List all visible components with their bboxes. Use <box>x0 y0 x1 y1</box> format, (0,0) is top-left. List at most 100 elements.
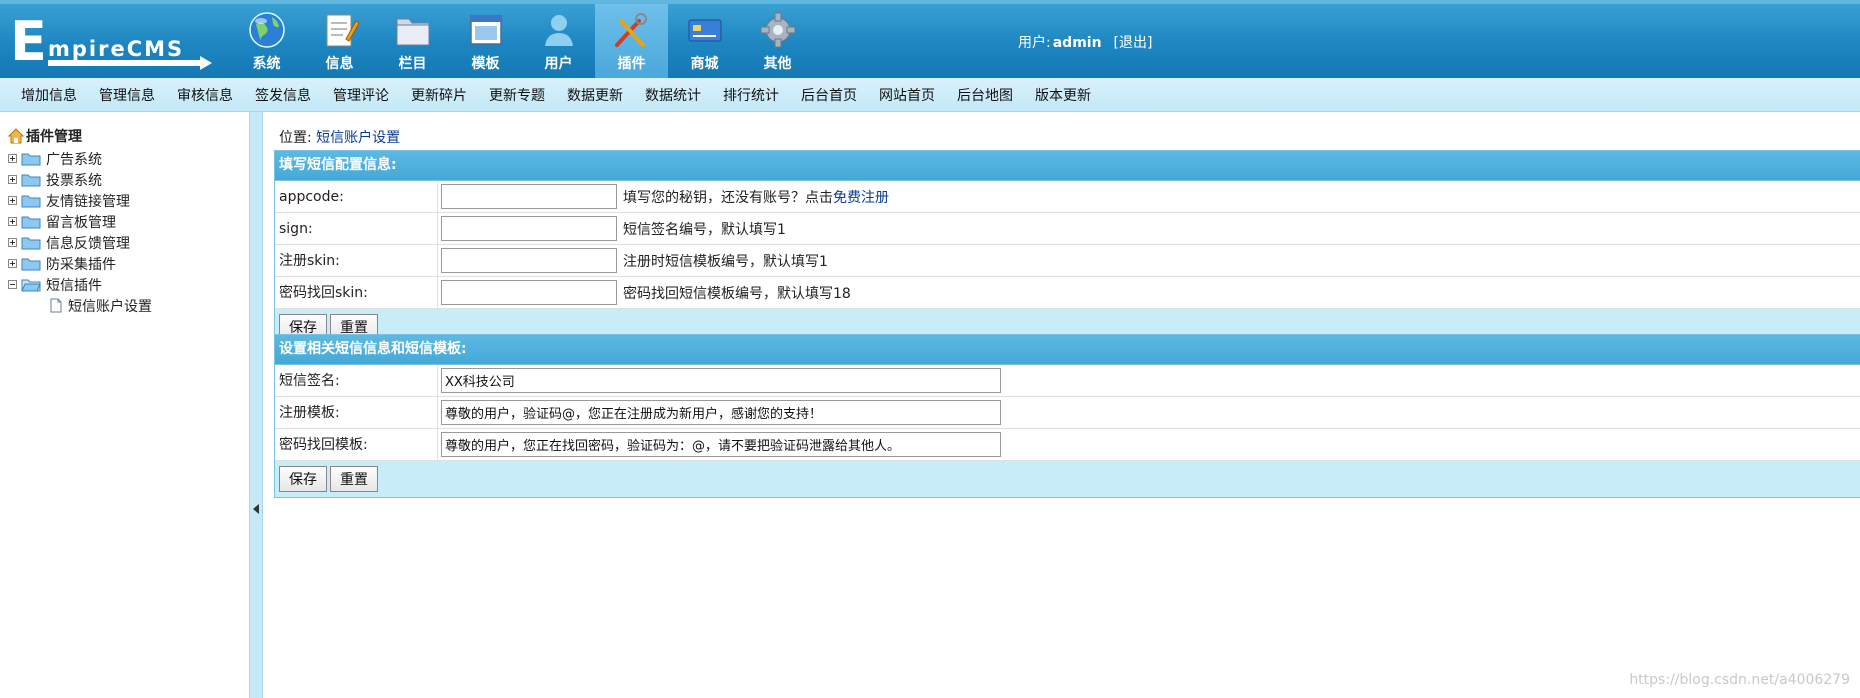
expand-plus-icon[interactable] <box>8 217 17 226</box>
tree-item-label: 短信插件 <box>46 277 102 294</box>
user-bar: 用户: admin [退出] <box>1018 32 1152 52</box>
panel-title: 设置相关短信信息和短信模板: <box>275 335 1860 365</box>
tree-item-ad-system[interactable]: 广告系统 <box>8 148 152 169</box>
submenu-data-stats[interactable]: 数据统计 <box>645 85 701 105</box>
breadcrumb: 位置: 短信账户设置 <box>279 127 400 147</box>
button-row: 保存 重置 <box>275 461 1860 497</box>
username: admin <box>1052 35 1102 51</box>
expand-plus-icon[interactable] <box>8 196 17 205</box>
password-template-input[interactable] <box>441 432 1001 457</box>
svg-text:E: E <box>10 12 47 70</box>
nav-system[interactable]: 系统 <box>230 4 303 78</box>
nav-plugin[interactable]: 插件 <box>595 4 668 78</box>
field-label: 密码找回skin: <box>275 277 438 308</box>
tree-item-feedback[interactable]: 信息反馈管理 <box>8 232 152 253</box>
tree-item-sms-plugin[interactable]: 短信插件 <box>8 274 152 295</box>
form-row-register-template: 注册模板: <box>275 397 1860 429</box>
field-hint: 填写您的秘钥，还没有账号？点击 <box>623 189 833 206</box>
nav-label: 其他 <box>763 56 792 72</box>
sms-signature-input[interactable] <box>441 368 1001 393</box>
form-row-register-skin: 注册skin: 注册时短信模板编号，默认填写1 <box>275 245 1860 277</box>
expand-plus-icon[interactable] <box>8 238 17 247</box>
tree-root-label: 插件管理 <box>26 129 82 145</box>
form-row-appcode: appcode: 填写您的秘钥，还没有账号？点击 免费注册 <box>275 181 1860 213</box>
nav-user[interactable]: 用户 <box>522 4 595 78</box>
tree-item-label: 短信账户设置 <box>68 298 152 315</box>
nav-template[interactable]: 模板 <box>449 4 522 78</box>
nav-label: 系统 <box>252 56 281 72</box>
submenu-add-info[interactable]: 增加信息 <box>21 85 77 105</box>
nav-shop[interactable]: 商城 <box>668 4 741 78</box>
tree-root[interactable]: 插件管理 <box>8 126 82 146</box>
nav-column[interactable]: 栏目 <box>376 4 449 78</box>
nav-other[interactable]: 其他 <box>741 4 814 78</box>
tree-item-label: 广告系统 <box>46 151 102 168</box>
nav-label: 模板 <box>471 56 500 72</box>
appcode-input[interactable] <box>441 184 617 209</box>
expand-plus-icon[interactable] <box>8 175 17 184</box>
svg-text:mpireCMS: mpireCMS <box>48 37 184 61</box>
field-label: 密码找回模板: <box>275 429 438 460</box>
tree-item-friend-links[interactable]: 友情链接管理 <box>8 190 152 211</box>
field-hint: 注册时短信模板编号，默认填写1 <box>623 253 828 270</box>
submenu-admin-map[interactable]: 后台地图 <box>957 85 1013 105</box>
sign-input[interactable] <box>441 216 617 241</box>
tree-list: 广告系统 投票系统 友情链接管理 留言板管理 信息反馈管理 防采集插件 短信插件… <box>8 148 152 316</box>
collapse-left-arrow-icon[interactable] <box>253 504 259 514</box>
save-button[interactable]: 保存 <box>279 466 327 492</box>
notepad-icon <box>326 14 360 47</box>
submenu-update-topics[interactable]: 更新专题 <box>489 85 545 105</box>
submenu-review-info[interactable]: 审核信息 <box>177 85 233 105</box>
logout-link[interactable]: [退出] <box>1114 35 1153 51</box>
tree-item-label: 信息反馈管理 <box>46 235 130 252</box>
folder-icon <box>21 153 41 165</box>
tools-icon <box>614 13 647 47</box>
submenu-manage-info[interactable]: 管理信息 <box>99 85 155 105</box>
submenu-manage-comments[interactable]: 管理评论 <box>333 85 389 105</box>
sub-menu: 增加信息 管理信息 审核信息 签发信息 管理评论 更新碎片 更新专题 数据更新 … <box>0 78 1860 112</box>
submenu-update-fragments[interactable]: 更新碎片 <box>411 85 467 105</box>
expand-plus-icon[interactable] <box>8 259 17 268</box>
panel-title: 填写短信配置信息: <box>275 151 1860 181</box>
breadcrumb-link[interactable]: 短信账户设置 <box>316 130 400 146</box>
tree-item-label: 防采集插件 <box>46 256 116 273</box>
nav-label: 商城 <box>690 56 719 72</box>
expand-plus-icon[interactable] <box>8 154 17 163</box>
tree-item-vote-system[interactable]: 投票系统 <box>8 169 152 190</box>
field-label: 注册skin: <box>275 245 438 276</box>
gear-icon <box>760 12 795 48</box>
register-skin-input[interactable] <box>441 248 617 273</box>
field-label: appcode: <box>275 181 438 212</box>
sms-config-panel: 填写短信配置信息: appcode: 填写您的秘钥，还没有账号？点击 免费注册 s… <box>274 150 1860 346</box>
free-register-link[interactable]: 免费注册 <box>833 187 889 207</box>
globe-icon <box>248 12 285 48</box>
main-content: 位置: 短信账户设置 填写短信配置信息: appcode: 填写您的秘钥，还没有… <box>263 112 1860 698</box>
tree-item-anti-scrape[interactable]: 防采集插件 <box>8 253 152 274</box>
collapse-minus-icon[interactable] <box>8 280 17 289</box>
folder-icon <box>21 216 41 228</box>
plugin-tree-panel: 插件管理 广告系统 投票系统 友情链接管理 留言板管理 信息反馈管理 防采集插件… <box>0 112 249 698</box>
submenu-sign-info[interactable]: 签发信息 <box>255 85 311 105</box>
field-hint: 密码找回短信模板编号，默认填写18 <box>623 285 851 302</box>
nav-label: 插件 <box>617 56 646 72</box>
form-row-password-skin: 密码找回skin: 密码找回短信模板编号，默认填写18 <box>275 277 1860 309</box>
tree-item-guestbook[interactable]: 留言板管理 <box>8 211 152 232</box>
page-icon <box>50 298 62 313</box>
submenu-data-update[interactable]: 数据更新 <box>567 85 623 105</box>
register-template-input[interactable] <box>441 400 1001 425</box>
nav-info[interactable]: 信息 <box>303 4 376 78</box>
submenu-rank-stats[interactable]: 排行统计 <box>723 85 779 105</box>
panel-splitter[interactable] <box>249 112 263 698</box>
tree-item-label: 投票系统 <box>46 172 102 189</box>
home-icon <box>8 128 24 144</box>
field-hint: 短信签名编号，默认填写1 <box>623 221 786 238</box>
reset-button[interactable]: 重置 <box>330 466 378 492</box>
top-header: E mpireCMS 系统 信息 栏目 模板 用户 插件 商城 其他 用户: a… <box>0 0 1860 78</box>
submenu-version-update[interactable]: 版本更新 <box>1035 85 1091 105</box>
tree-item-label: 留言板管理 <box>46 214 116 231</box>
tree-item-sms-account-settings[interactable]: 短信账户设置 <box>50 295 152 316</box>
form-row-password-template: 密码找回模板: <box>275 429 1860 461</box>
password-skin-input[interactable] <box>441 280 617 305</box>
submenu-site-home[interactable]: 网站首页 <box>879 85 935 105</box>
submenu-admin-home[interactable]: 后台首页 <box>801 85 857 105</box>
